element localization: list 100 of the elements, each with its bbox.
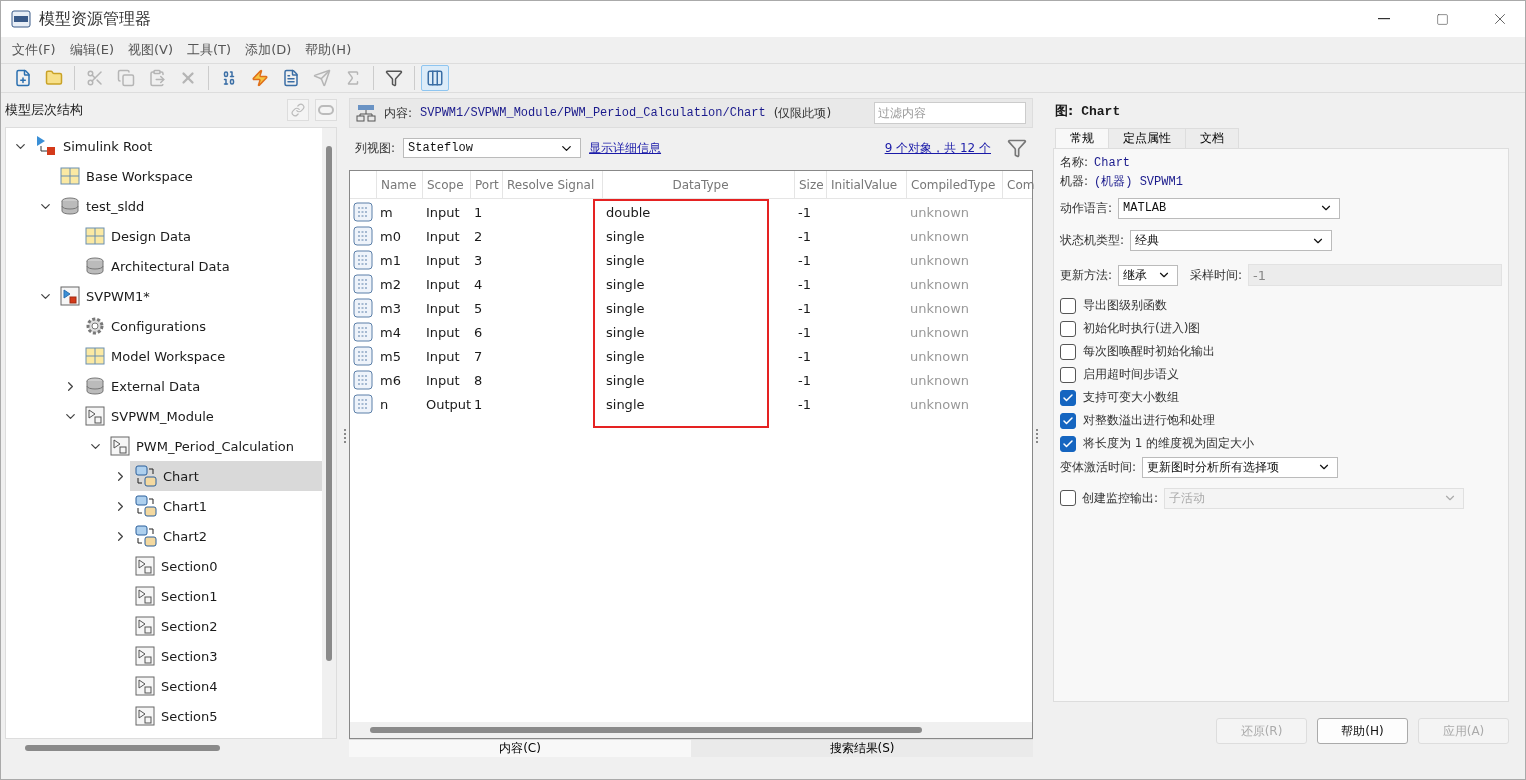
column-header[interactable]: CompiledType <box>906 171 1002 198</box>
field-label: 状态机类型: <box>1060 232 1125 249</box>
tree-item[interactable]: Chart <box>130 461 322 491</box>
variant-dropdown[interactable]: 更新图时分析所有选择项 <box>1142 456 1339 478</box>
tab[interactable]: 文档 <box>1185 128 1239 148</box>
filter-icon[interactable] <box>1007 138 1027 158</box>
grid-icon <box>85 346 105 366</box>
tree-item[interactable]: Section0 <box>130 551 322 581</box>
table-cell-text: single <box>605 372 646 388</box>
tree-item[interactable]: Section4 <box>130 671 322 701</box>
tab[interactable]: 定点属性 <box>1108 128 1186 148</box>
data-icon <box>353 322 373 342</box>
action-language-dropdown[interactable]: MATLAB <box>1118 197 1341 219</box>
menu-item[interactable]: 添加(D) <box>238 41 299 59</box>
tree-item[interactable]: Section1 <box>130 581 322 611</box>
table-cell-text: n <box>379 396 390 412</box>
checkbox[interactable] <box>1060 435 1076 452</box>
check-icon <box>1062 391 1074 404</box>
check-icon <box>1062 414 1074 427</box>
subsystem-icon <box>110 436 130 456</box>
tree-item[interactable]: Simulink Root <box>30 131 322 161</box>
table-cell-text: Input <box>425 372 461 388</box>
table-cell-text: 4 <box>473 276 484 292</box>
menu-item[interactable]: 帮助(H) <box>298 41 359 59</box>
tree-item[interactable]: Section3 <box>130 641 322 671</box>
table-cell-text: -1 <box>797 204 812 220</box>
subsystem-icon <box>135 676 155 696</box>
checkbox-label: 每次图唤醒时初始化输出 <box>1083 343 1215 360</box>
checkbox[interactable] <box>1060 297 1076 314</box>
data-icon <box>353 226 373 246</box>
object-name: Chart <box>1081 103 1121 119</box>
tree-item[interactable]: test_sldd <box>55 191 322 221</box>
filter-icon <box>385 69 403 87</box>
checkbox[interactable] <box>1060 320 1076 337</box>
table-cell-text: Input <box>425 348 461 364</box>
contents-label: 内容: <box>384 104 413 122</box>
checkbox[interactable] <box>1060 366 1076 383</box>
column-header[interactable]: Scope <box>422 171 470 198</box>
table-cell-text: m2 <box>379 276 402 292</box>
table-cell-text: m0 <box>379 228 402 244</box>
columns-icon <box>426 69 444 87</box>
column-header[interactable]: Port <box>470 171 502 198</box>
column-header[interactable]: Size <box>794 171 826 198</box>
checkbox-label: 创建监控输出: <box>1082 489 1159 507</box>
data-icon <box>353 250 373 270</box>
menu-item[interactable]: 工具(T) <box>180 41 239 59</box>
menu-item[interactable]: 编辑(E) <box>62 41 121 59</box>
tree-item[interactable]: Section2 <box>130 611 322 641</box>
tree-item[interactable]: Configurations <box>80 311 322 341</box>
horizontal-scrollbar[interactable] <box>25 745 220 751</box>
tree-item[interactable]: Base Workspace <box>55 161 322 191</box>
view-dropdown[interactable]: Stateflow <box>403 138 582 158</box>
tab[interactable]: 搜索结果(S) <box>691 739 1033 757</box>
dialog-button[interactable]: 帮助(H) <box>1317 718 1408 744</box>
checkbox[interactable] <box>1060 343 1076 360</box>
tree-item[interactable]: Chart2 <box>130 521 322 551</box>
table-cell-text: unknown <box>909 324 971 340</box>
table-cell-text: Input <box>425 204 461 220</box>
table-cell-text: unknown <box>909 396 971 412</box>
paste-icon <box>148 69 166 87</box>
count-link[interactable]: 9 个对象，共 12 个 <box>884 139 991 157</box>
checkbox-label: 对整数溢出进行饱和处理 <box>1083 412 1215 429</box>
tab[interactable]: 内容(C) <box>349 739 691 757</box>
column-header[interactable]: Resolve Signal <box>502 171 602 198</box>
state-machine-dropdown[interactable]: 经典 <box>1130 230 1333 251</box>
tree-item[interactable]: Section5 <box>130 701 322 731</box>
column-header[interactable]: DataType <box>602 171 794 198</box>
details-link[interactable]: 显示详细信息 <box>589 139 662 157</box>
vertical-scrollbar[interactable] <box>322 128 336 738</box>
table-cell-text: m4 <box>379 324 402 340</box>
gear-icon <box>85 316 105 336</box>
update-method-dropdown[interactable]: 继承 <box>1118 264 1179 286</box>
table-cell-text: unknown <box>909 372 971 388</box>
column-header[interactable]: Name <box>376 171 422 198</box>
checkbox[interactable] <box>1060 412 1076 429</box>
menu-item[interactable]: 文件(F) <box>5 41 63 59</box>
hierarchy-icon <box>356 104 376 122</box>
table-cell-text: Input <box>425 276 461 292</box>
table-cell-text: -1 <box>797 324 812 340</box>
tree-item[interactable]: SVPWM_Module <box>80 401 322 431</box>
tree-item[interactable]: Architectural Data <box>80 251 322 281</box>
horizontal-scrollbar[interactable] <box>370 727 922 733</box>
table-cell-text: unknown <box>909 300 971 316</box>
table-cell-text: single <box>605 300 646 316</box>
table-cell-text: m <box>379 204 394 220</box>
tab[interactable]: 常规 <box>1055 128 1109 148</box>
tree-item[interactable]: SVPWM1* <box>55 281 322 311</box>
toolbar-button[interactable] <box>421 65 449 91</box>
grid-icon <box>60 166 80 186</box>
filter-field[interactable]: 过滤内容 <box>874 102 1026 124</box>
menu-item[interactable]: 视图(V) <box>121 41 181 59</box>
database-icon <box>60 196 80 216</box>
checkbox[interactable] <box>1060 389 1076 406</box>
field-label: 变体激活时间: <box>1060 458 1137 476</box>
tree-item[interactable]: PWM_Period_Calculation <box>105 431 322 461</box>
column-header[interactable]: InitialValue <box>826 171 906 198</box>
tree-item[interactable]: Design Data <box>80 221 322 251</box>
tree-item[interactable]: Model Workspace <box>80 341 322 371</box>
tree-item[interactable]: External Data <box>80 371 322 401</box>
tree-item[interactable]: Chart1 <box>130 491 322 521</box>
